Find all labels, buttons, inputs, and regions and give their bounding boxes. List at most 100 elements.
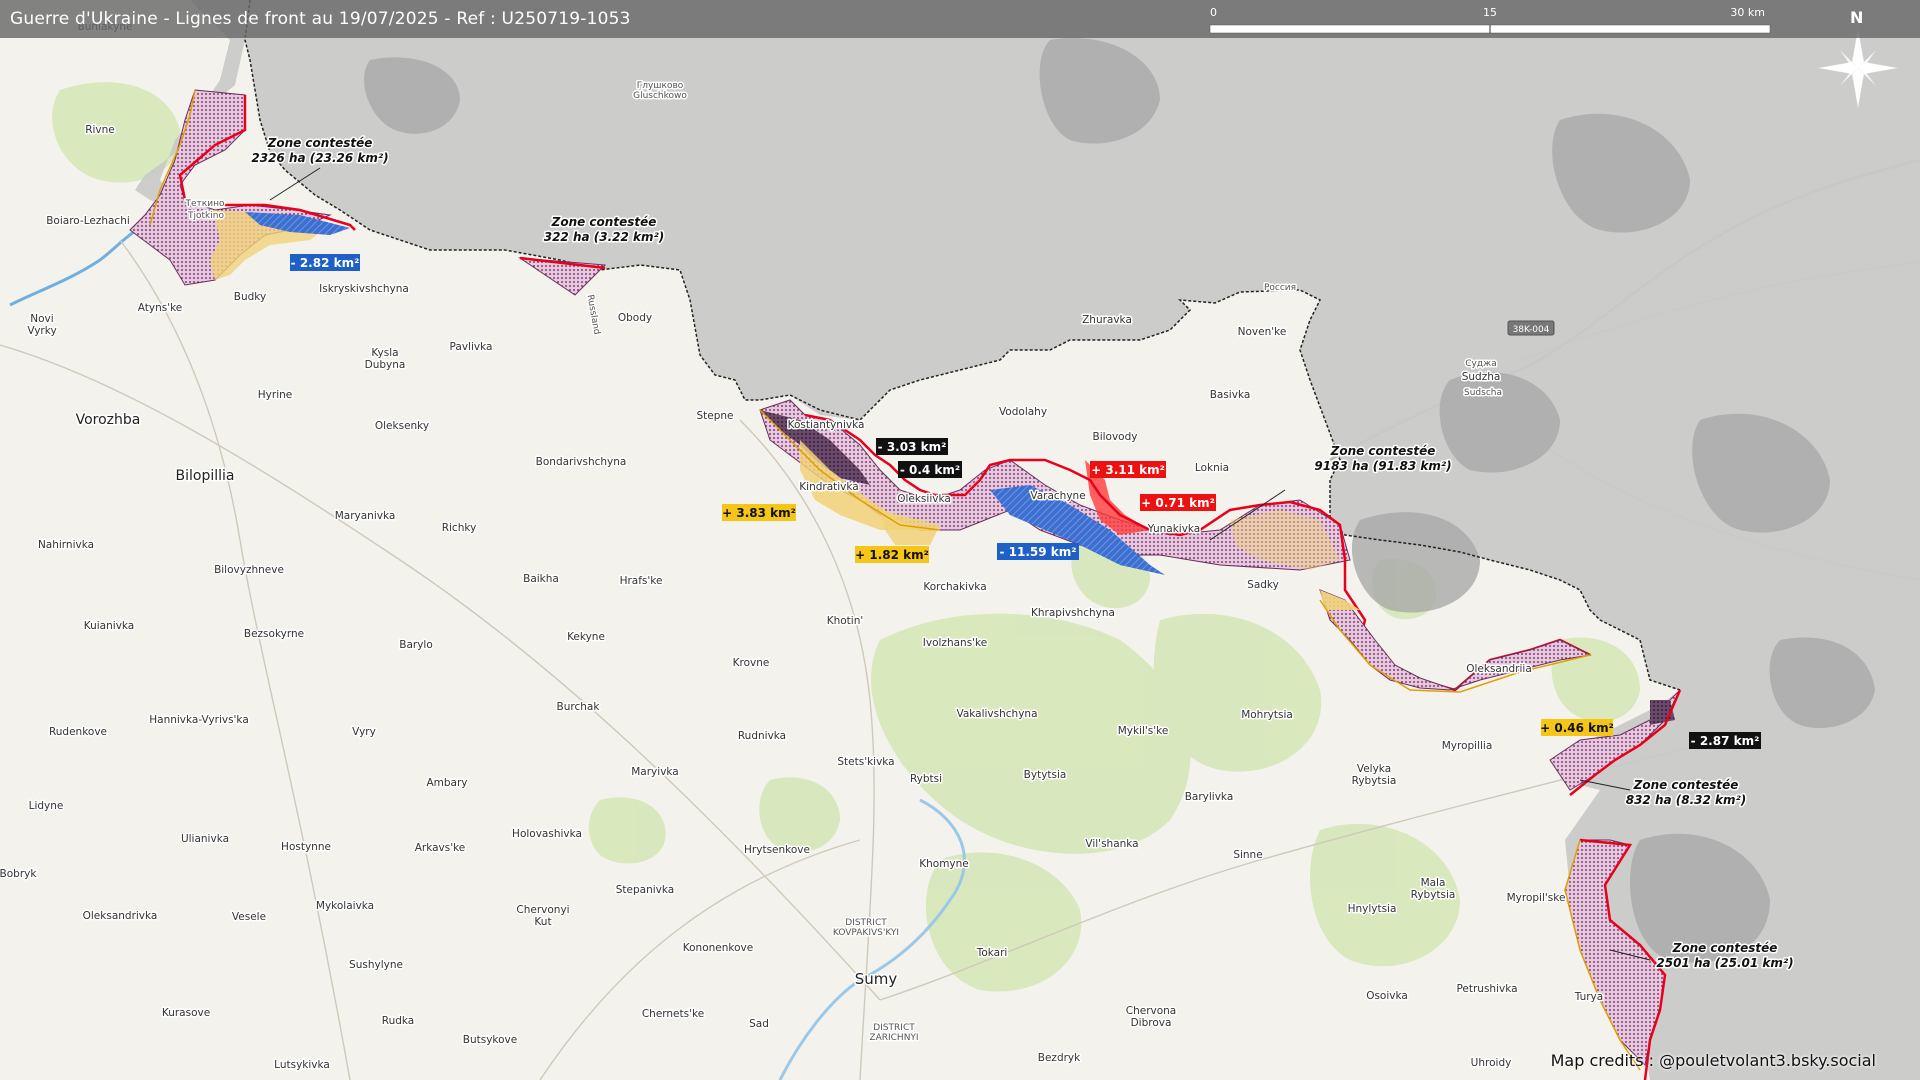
place-label: Sushylyne	[349, 959, 403, 971]
place-label: Pavlivka	[450, 341, 493, 353]
place-label: Bezdryk	[1038, 1052, 1081, 1064]
place-label: Osoivka	[1366, 990, 1408, 1002]
place-label: Noven'ke	[1238, 326, 1287, 338]
area-badge: - 11.59 km²	[997, 543, 1079, 560]
place-label-ru: Глушково	[637, 81, 684, 91]
place-label: Nahirnivka	[38, 539, 94, 551]
place-label: Velyka Rybytsia	[1352, 763, 1397, 787]
place-label: Rudenkove	[49, 726, 107, 738]
place-label: Maryanivka	[335, 510, 396, 522]
place-label: Rudnivka	[738, 730, 786, 742]
place-label: Myropillia	[1442, 740, 1493, 752]
place-label: Basivka	[1210, 389, 1251, 401]
place-label: Kekyne	[567, 631, 605, 643]
zone-label-5-line1: Zone contestée	[1672, 941, 1778, 955]
area-badge: + 3.83 km²	[722, 504, 796, 521]
place-label: Sudzha	[1462, 371, 1501, 383]
place-label: Oleksenky	[375, 420, 429, 432]
place-label-ru: Суджа	[1465, 359, 1496, 369]
place-label: Vesele	[232, 911, 266, 923]
place-label: Bilovody	[1093, 431, 1138, 443]
area-badge: + 1.82 km²	[855, 546, 929, 563]
place-label-ru: Россия	[1264, 283, 1296, 293]
place-label: Richky	[442, 522, 477, 534]
place-label: Rybtsi	[910, 773, 942, 785]
place-label: Oleksiivka	[897, 493, 951, 505]
place-label: Sumy	[855, 970, 898, 988]
place-label: Oleksandrivka	[83, 910, 158, 922]
area-badge-label: - 3.03 km²	[878, 440, 947, 454]
zone-label-2-line2: 322 ha (3.22 km²)	[544, 230, 665, 244]
place-label: Mykolaivka	[316, 900, 374, 912]
place-label: Khomyne	[919, 858, 969, 870]
area-badge: + 0.71 km²	[1140, 494, 1216, 511]
area-badge: + 3.11 km²	[1090, 461, 1166, 478]
place-label: Vyry	[352, 726, 376, 738]
place-label: Oleksandriia	[1466, 663, 1532, 675]
place-label: Kostiantynivka	[788, 419, 865, 431]
zone-label-2-line1: Zone contestée	[551, 215, 657, 229]
place-label: Bytytsia	[1024, 769, 1067, 781]
place-label: Hostynne	[281, 841, 331, 853]
place-label: Maryivka	[631, 766, 679, 778]
place-label: Stepne	[696, 410, 733, 422]
place-label: Atyns'ke	[138, 302, 183, 314]
place-label: Ulianivka	[181, 833, 229, 845]
place-label: Hrafs'ke	[620, 575, 663, 587]
place-label: Ivolzhans'ke	[923, 637, 987, 649]
area-badge-label: - 11.59 km²	[999, 545, 1076, 559]
place-label: Boiaro-Lezhachi	[46, 215, 130, 227]
area-badge-label: - 2.82 km²	[291, 256, 360, 270]
place-label: Bezsokyrne	[244, 628, 304, 640]
place-label: Burchak	[557, 701, 601, 713]
place-label: Khotin'	[827, 615, 864, 627]
place-label: Hannivka-Vyrivs'ka	[149, 714, 249, 726]
place-label: Uhroidy	[1471, 1057, 1512, 1069]
place-label: Kuianivka	[84, 620, 135, 632]
place-label: Tokari	[976, 947, 1008, 959]
place-label: Barylo	[399, 639, 433, 651]
area-badge-label: + 3.83 km²	[722, 506, 796, 520]
zone-label-1-line2: 2326 ha (23.26 km²)	[251, 151, 388, 165]
place-label: Sinne	[1233, 849, 1262, 861]
place-label: Baikha	[523, 573, 559, 585]
area-badge: - 3.03 km²	[876, 438, 948, 455]
place-label: Novi Vyrky	[27, 313, 56, 337]
place-label: Arkavs'ke	[415, 842, 466, 854]
zone-label-4-line1: Zone contestée	[1633, 778, 1739, 792]
scale-tick-0: 0	[1210, 6, 1217, 19]
place-label: Lidyne	[29, 800, 64, 812]
place-label: Yunakivka	[1147, 523, 1201, 535]
place-label: Zhuravka	[1082, 314, 1132, 326]
place-label: Vodolahy	[999, 406, 1047, 418]
place-label: Hnylytsia	[1348, 903, 1397, 915]
place-label: Petrushivka	[1456, 983, 1517, 995]
map-title: Guerre d'Ukraine - Lignes de front au 19…	[10, 9, 631, 29]
area-badge-label: - 0.4 km²	[900, 463, 960, 477]
place-label: Obody	[618, 312, 652, 324]
area-badge-label: + 3.11 km²	[1091, 463, 1165, 477]
road-shield: 38K-004	[1507, 320, 1555, 336]
zone-label-3-line1: Zone contestée	[1330, 444, 1436, 458]
place-label: Bilovyzhneve	[214, 564, 284, 576]
road-shield-label: 38K-004	[1513, 325, 1550, 335]
place-label: Kononenkove	[683, 942, 753, 954]
place-label: Mohrytsia	[1241, 709, 1293, 721]
place-label: Kindrativka	[799, 481, 858, 493]
area-badge-label: - 2.87 km²	[1691, 734, 1760, 748]
area-badge-label: + 0.71 km²	[1141, 496, 1215, 510]
north-label: N	[1850, 8, 1864, 27]
area-badge: - 2.82 km²	[290, 254, 360, 271]
place-label: Hrytsenkove	[744, 844, 810, 856]
area-badge: - 0.4 km²	[898, 461, 962, 478]
place-label: Stepanivka	[616, 884, 674, 896]
place-label: Varachyne	[1030, 490, 1085, 502]
place-label: Barylivka	[1185, 791, 1234, 803]
place-label: Budky	[234, 291, 266, 303]
place-label: Loknia	[1195, 462, 1229, 474]
map-canvas[interactable]: BuniakyneRivneBoiaro-LezhachiNoviVyrkyAt…	[0, 0, 1920, 1080]
scale-tick-30: 30 km	[1730, 6, 1765, 19]
area-badge-label: + 0.46 km²	[1540, 721, 1614, 735]
place-label: Chervona Dibrova	[1126, 1005, 1177, 1029]
place-label-ru: Gluschkowo	[633, 91, 687, 101]
